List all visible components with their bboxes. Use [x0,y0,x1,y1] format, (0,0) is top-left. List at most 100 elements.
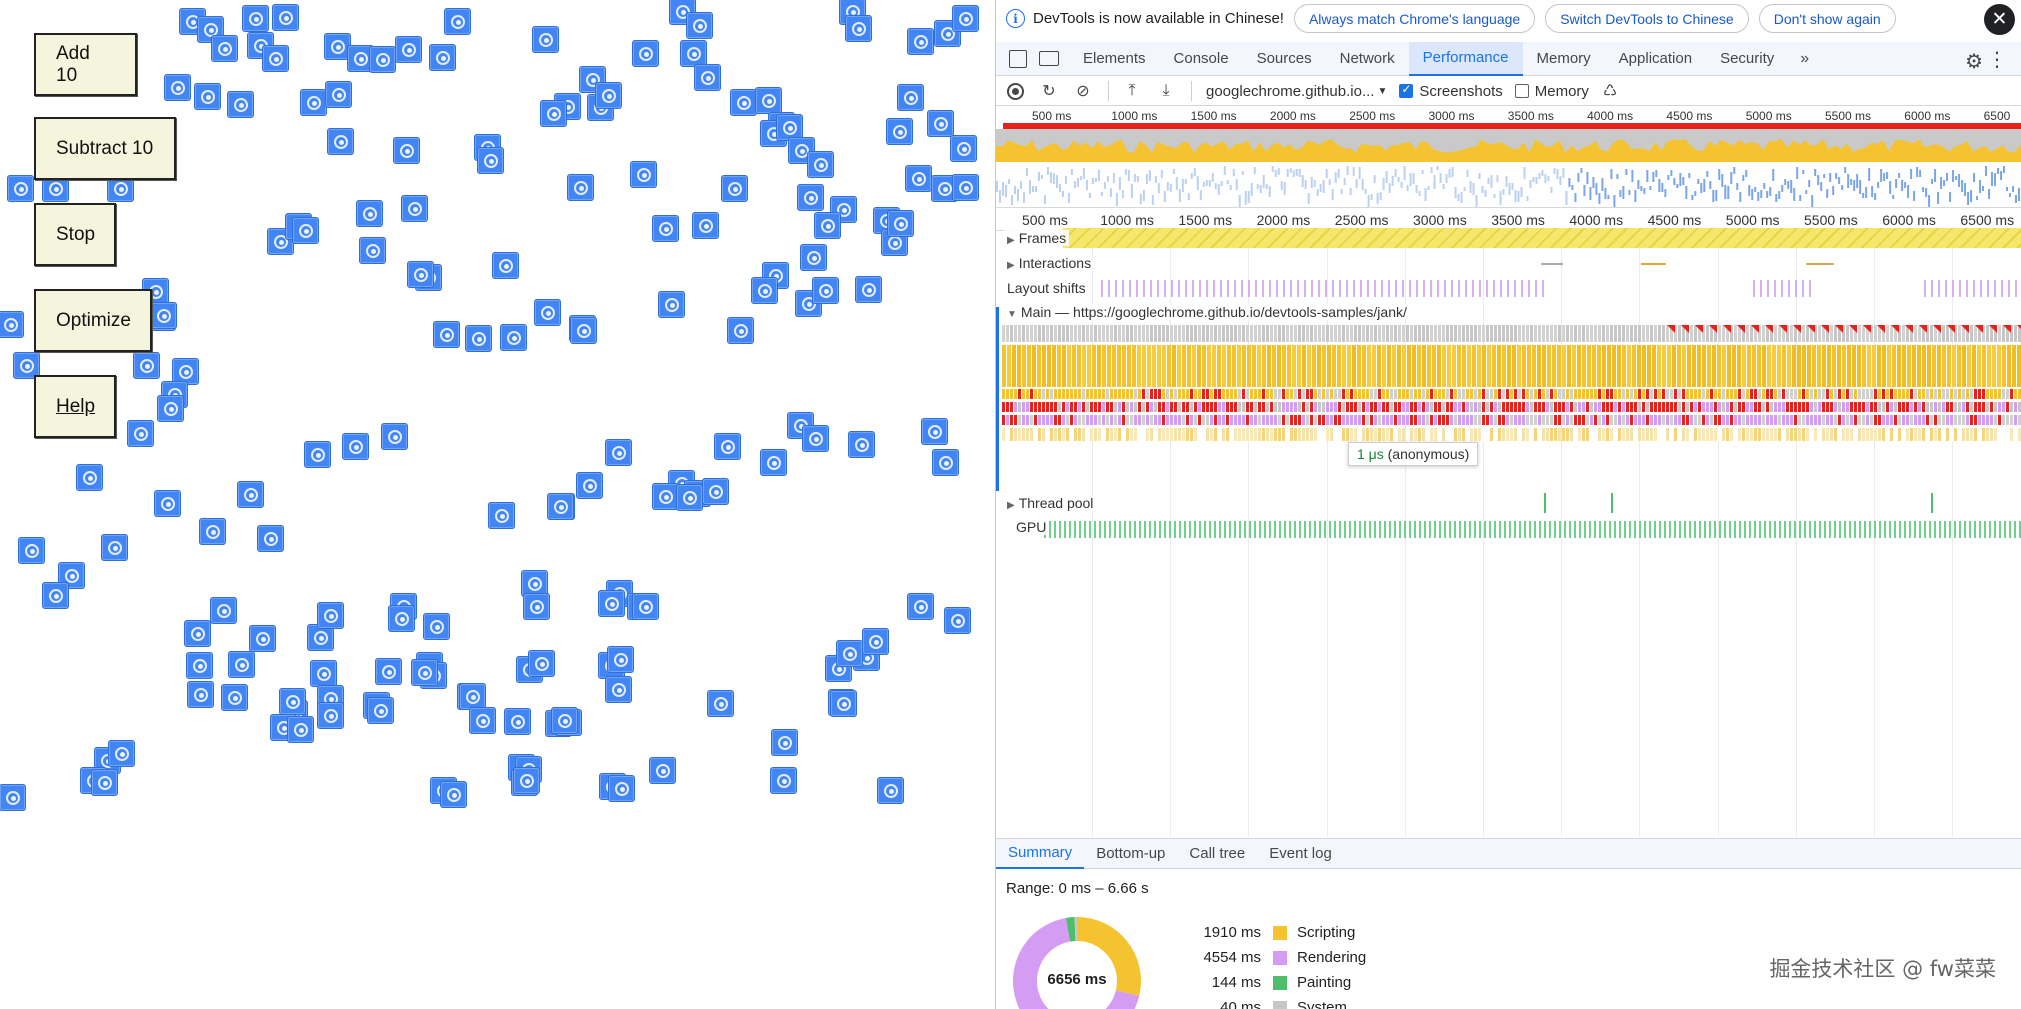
flame-block[interactable] [1390,415,1393,425]
flame-block[interactable] [1057,345,1061,387]
flame-block[interactable] [1142,389,1145,399]
flame-block[interactable] [1202,345,1206,387]
flame-block[interactable] [1834,325,1837,342]
flame-block[interactable] [1590,428,1593,441]
flame-block[interactable] [1274,389,1277,399]
flame-block[interactable] [1526,415,1529,425]
flame-block[interactable] [1182,325,1185,342]
flame-block[interactable] [1234,428,1237,441]
flame-block[interactable] [1878,428,1881,441]
flame-block[interactable] [1442,428,1445,441]
flame-block[interactable] [1702,345,1706,387]
flame-block[interactable] [1338,389,1341,399]
recording-url-select[interactable]: googlechrome.github.io... [1206,83,1374,100]
flame-block[interactable] [1672,345,1676,387]
flame-block[interactable] [1030,389,1033,399]
flame-block[interactable] [1430,389,1433,399]
flame-block[interactable] [1054,428,1057,441]
flame-block[interactable] [1658,415,1661,425]
flame-block[interactable] [1567,345,1571,387]
flame-block[interactable] [1950,415,1953,425]
flame-block[interactable] [1462,325,1465,342]
flame-block[interactable] [1178,428,1181,441]
flame-block[interactable] [1318,428,1321,441]
flame-block[interactable] [1122,325,1125,342]
flame-block[interactable] [1654,402,1657,412]
flame-block[interactable] [1982,428,1985,441]
flame-block[interactable] [1606,415,1609,425]
flame-block[interactable] [1966,415,1969,425]
flame-block[interactable] [1310,428,1313,441]
flame-block[interactable] [1158,325,1161,342]
flame-block[interactable] [1862,402,1865,412]
flame-block[interactable] [1638,389,1641,399]
flame-block[interactable] [1570,415,1573,425]
flame-block[interactable] [1322,428,1325,441]
flame-block[interactable] [1206,325,1209,342]
flame-block[interactable] [1670,415,1673,425]
flame-block[interactable] [1134,402,1137,412]
flame-block[interactable] [1370,325,1373,342]
flame-block[interactable] [1632,345,1636,387]
flame-block[interactable] [1186,402,1189,412]
flame-block[interactable] [1766,428,1769,441]
flame-block[interactable] [1930,402,1933,412]
flame-block[interactable] [1518,415,1521,425]
flame-block[interactable] [1874,402,1877,412]
flame-block[interactable] [1166,428,1169,441]
flame-block[interactable] [1538,389,1541,399]
flame-block[interactable] [1862,415,1865,425]
flame-block[interactable] [1294,415,1297,425]
layout-shifts-track-label[interactable]: Layout shifts [1004,280,1089,296]
flame-block[interactable] [1098,389,1101,399]
flame-block[interactable] [1450,415,1453,425]
flame-block[interactable] [1422,325,1425,342]
flame-block[interactable] [1138,325,1141,342]
flame-block[interactable] [1007,345,1011,387]
flame-block[interactable] [1230,389,1233,399]
interactions-track-label[interactable]: ▶ Interactions [1004,255,1095,271]
flame-block[interactable] [1812,345,1816,387]
flame-block[interactable] [1472,345,1476,387]
interaction-mark[interactable] [1641,263,1666,265]
flame-block[interactable] [1786,415,1789,425]
flame-block[interactable] [1054,325,1057,342]
flame-block[interactable] [1910,415,1913,425]
flame-block[interactable] [1978,402,1981,412]
flame-block[interactable] [1894,402,1897,412]
flame-block[interactable] [1318,402,1321,412]
flame-block[interactable] [1022,402,1025,412]
flame-block[interactable] [1358,415,1361,425]
flame-block[interactable] [1318,415,1321,425]
flame-block[interactable] [1582,428,1585,441]
flame-block[interactable] [1766,415,1769,425]
flame-block[interactable] [1117,345,1121,387]
flame-block[interactable] [1202,428,1205,441]
switch-language-button[interactable]: Switch DevTools to Chinese [1545,4,1749,33]
flame-block[interactable] [1922,428,1925,441]
more-tabs-icon[interactable]: » [1788,50,1821,68]
flame-block[interactable] [1446,389,1449,399]
flame-block[interactable] [1210,402,1213,412]
flame-block[interactable] [1438,402,1441,412]
flame-block[interactable] [1042,402,1045,412]
flame-block[interactable] [1234,402,1237,412]
flame-block[interactable] [1150,389,1153,399]
flame-block[interactable] [1347,345,1351,387]
flame-block[interactable] [1662,345,1666,387]
flame-block[interactable] [1866,415,1869,425]
flame-block[interactable] [1592,345,1596,387]
flame-block[interactable] [1806,428,1809,441]
flame-block[interactable] [1214,402,1217,412]
flame-block[interactable] [1638,415,1641,425]
gpu-track-label[interactable]: GPU [1013,519,1050,535]
flame-block[interactable] [1642,415,1645,425]
flame-block[interactable] [1514,415,1517,425]
memory-checkbox[interactable] [1514,84,1529,98]
flame-block[interactable] [1598,415,1601,425]
flame-block[interactable] [1866,402,1869,412]
flame-block[interactable] [1666,415,1669,425]
flame-block[interactable] [1522,402,1525,412]
flame-block[interactable] [1314,325,1317,342]
flame-block[interactable] [1882,402,1885,412]
